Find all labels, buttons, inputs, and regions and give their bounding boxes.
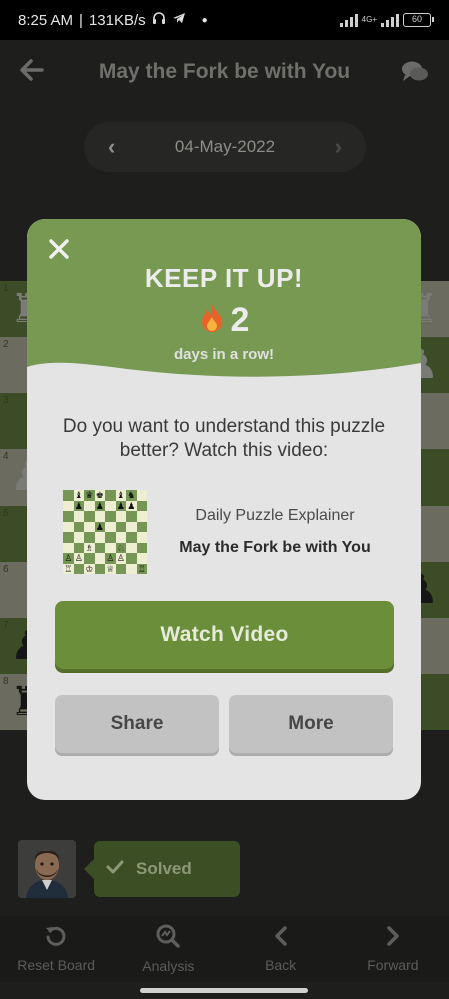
watch-video-button[interactable]: Watch Video [55, 601, 394, 669]
dot-icon: ● [201, 14, 208, 26]
video-info: Daily Puzzle Explainer May the Fork be w… [147, 507, 403, 557]
avatar [18, 840, 76, 898]
streak-modal: KEEP IT UP! 2 days in a row! Do you want… [27, 219, 421, 800]
rank-label: 2 [3, 339, 9, 351]
battery-icon: 60 [403, 13, 434, 27]
previous-date-button[interactable]: ‹ [108, 134, 115, 160]
bottom-navigation: Reset Board Analysis Back Forward [0, 916, 449, 982]
analysis-label: Analysis [142, 958, 195, 974]
page-title: May the Fork be with You [98, 60, 351, 83]
share-button[interactable]: Share [55, 695, 219, 753]
video-prompt: Do you want to understand this puzzle be… [62, 416, 386, 461]
chat-bubbles-icon[interactable] [399, 60, 429, 84]
rank-label: 3 [3, 395, 9, 407]
video-card[interactable]: ♝ ♛ ♚ ♝ ♞ ♟ ♟ ♟ ♟ ♟ ♗ ♘ ♙ ♙ ♙ ♙ ♖ ♔ ♕ ♖ Daily Puzzle E… [63, 489, 403, 575]
rank-label: 6 [3, 563, 9, 575]
date-navigator: ‹ 04-May-2022 › [84, 122, 366, 172]
streak-count-row: 2 [27, 301, 421, 340]
video-title: May the Fork be with You [179, 539, 371, 556]
video-thumbnail[interactable]: ♝ ♛ ♚ ♝ ♞ ♟ ♟ ♟ ♟ ♟ ♗ ♘ ♙ ♙ ♙ ♙ ♖ ♔ ♕ ♖ [63, 490, 147, 574]
flame-icon [199, 303, 225, 338]
signal-icon [339, 13, 358, 27]
streak-subtitle: days in a row! [173, 346, 275, 363]
rank-label: 7 [3, 619, 9, 631]
chevron-right-icon [385, 925, 401, 951]
puzzle-date: 04-May-2022 [174, 137, 276, 156]
signal-icon-2 [381, 13, 399, 27]
status-speed: 131KB/s [88, 11, 146, 29]
analysis-button[interactable]: Analysis [112, 916, 224, 982]
rank-label: 1 [3, 283, 9, 294]
next-date-button[interactable]: › [335, 134, 342, 160]
solved-label: Solved [136, 859, 192, 878]
back-label: Back [265, 957, 297, 973]
rank-label: 5 [3, 507, 9, 519]
more-button[interactable]: More [229, 695, 393, 753]
solved-badge: Solved [84, 841, 240, 897]
chevron-left-icon [273, 925, 289, 951]
forward-button[interactable]: Forward [337, 916, 449, 982]
reset-icon [45, 925, 67, 951]
status-bar: 8:25 AM | 131KB/s ● 4G+ 60 [0, 0, 449, 40]
checkmark-icon [106, 859, 124, 879]
status-time: 8:25 AM [18, 11, 74, 29]
network-type: 4G+ [361, 15, 377, 24]
rank-label: 8 [3, 675, 9, 687]
app-header: May the Fork be with You [0, 40, 449, 104]
home-indicator[interactable] [140, 988, 308, 993]
telegram-icon [172, 11, 186, 29]
headset-icon [152, 11, 166, 29]
close-icon[interactable] [47, 237, 71, 261]
arrow-left-icon[interactable] [20, 56, 50, 88]
video-category: Daily Puzzle Explainer [195, 507, 355, 524]
streak-title: KEEP IT UP! [144, 263, 304, 293]
back-button[interactable]: Back [225, 916, 337, 982]
reset-board-button[interactable]: Reset Board [0, 916, 112, 982]
solved-row: Solved [18, 840, 240, 898]
analysis-icon [156, 924, 181, 952]
rank-label: 4 [3, 451, 9, 463]
reset-board-label: Reset Board [17, 957, 96, 973]
forward-label: Forward [367, 957, 419, 973]
streak-count: 2 [230, 301, 250, 339]
